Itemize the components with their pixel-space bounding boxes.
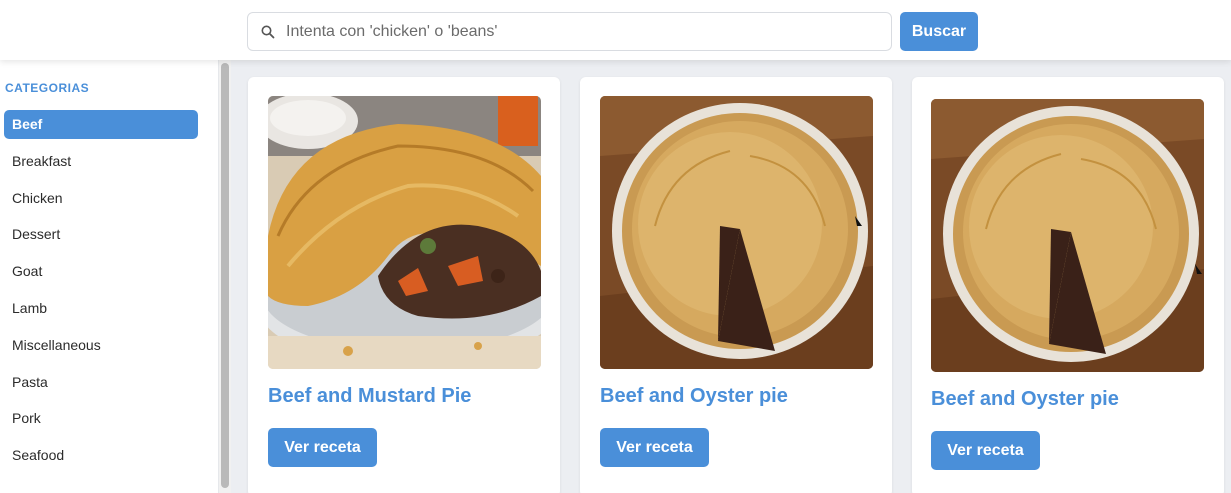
- search-button[interactable]: Buscar: [900, 12, 978, 51]
- search-bar[interactable]: [247, 12, 892, 51]
- recipe-card: Beef and Oyster pie Ver receta: [912, 77, 1224, 493]
- sidebar: CATEGORIAS Beef Breakfast Chicken Desser…: [0, 60, 219, 493]
- recipe-grid: Beef and Mustard Pie Ver receta Beef and…: [231, 60, 1231, 493]
- recipe-title[interactable]: Beef and Mustard Pie: [268, 385, 471, 408]
- category-item-chicken[interactable]: Chicken: [4, 184, 198, 213]
- scrollbar-thumb[interactable]: [221, 63, 229, 488]
- category-item-goat[interactable]: Goat: [4, 257, 198, 286]
- recipe-image[interactable]: [268, 96, 541, 369]
- recipe-card: Beef and Mustard Pie Ver receta: [248, 77, 560, 493]
- beef-oyster-pie-photo: [600, 96, 873, 369]
- category-item-dessert[interactable]: Dessert: [4, 220, 198, 249]
- sidebar-title: CATEGORIAS: [5, 81, 90, 95]
- category-item-seafood[interactable]: Seafood: [4, 441, 198, 470]
- view-recipe-button[interactable]: Ver receta: [268, 428, 377, 467]
- category-item-breakfast[interactable]: Breakfast: [4, 147, 198, 176]
- category-list: Beef Breakfast Chicken Dessert Goat Lamb…: [4, 110, 198, 478]
- beef-mustard-pie-photo: [268, 96, 541, 369]
- category-item-pasta[interactable]: Pasta: [4, 368, 198, 397]
- category-item-beef[interactable]: Beef: [4, 110, 198, 139]
- recipe-title[interactable]: Beef and Oyster pie: [931, 388, 1119, 411]
- recipe-image[interactable]: [931, 99, 1204, 372]
- sidebar-scrollbar[interactable]: [219, 60, 231, 493]
- recipe-card: Beef and Oyster pie Ver receta: [580, 77, 892, 493]
- search-icon: [261, 25, 275, 39]
- category-item-pork[interactable]: Pork: [4, 404, 198, 433]
- view-recipe-button[interactable]: Ver receta: [600, 428, 709, 467]
- header: Buscar: [0, 0, 1231, 60]
- category-item-miscellaneous[interactable]: Miscellaneous: [4, 331, 198, 360]
- view-recipe-button[interactable]: Ver receta: [931, 431, 1040, 470]
- search-input[interactable]: [286, 13, 882, 50]
- category-item-lamb[interactable]: Lamb: [4, 294, 198, 323]
- recipe-image[interactable]: [600, 96, 873, 369]
- beef-oyster-pie-photo: [931, 99, 1204, 372]
- recipe-title[interactable]: Beef and Oyster pie: [600, 385, 788, 408]
